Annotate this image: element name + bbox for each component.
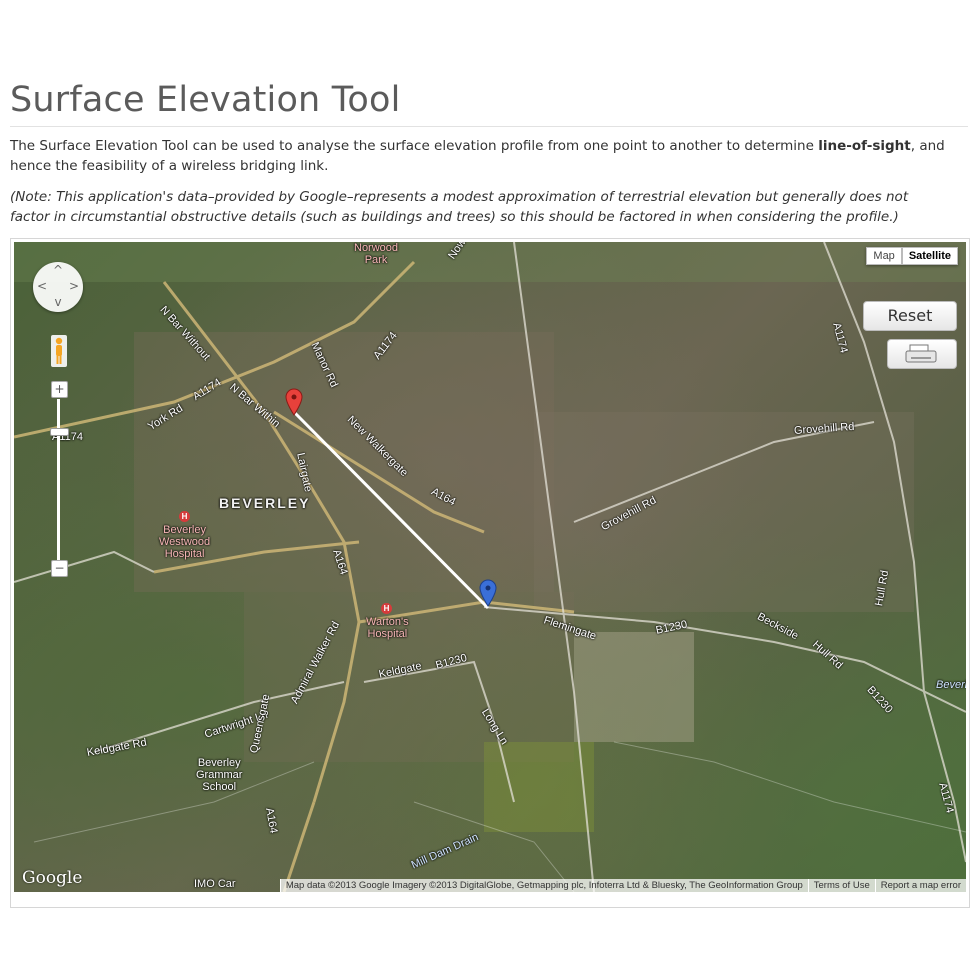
terms-of-use-link[interactable]: Terms of Use — [807, 879, 875, 892]
map-label-imo-car: IMO Car — [194, 878, 236, 890]
title-divider — [10, 126, 968, 127]
road-overlay — [14, 242, 966, 892]
end-point-marker[interactable] — [479, 579, 497, 607]
pan-right-icon[interactable]: > — [68, 280, 80, 292]
map-label-beverley-edge: Beverl — [936, 679, 966, 691]
map-type-satellite-button[interactable]: Satellite — [901, 247, 958, 265]
disclaimer-note: (Note: This application's data–provided … — [10, 189, 909, 225]
map-container: Norwood Park Now N Bar Without York Rd A… — [10, 238, 970, 908]
hospital-icon: H — [179, 511, 190, 522]
map-label-norwood-park: Norwood Park — [354, 242, 399, 266]
printer-icon — [905, 344, 937, 363]
pan-down-icon[interactable]: v — [52, 296, 64, 308]
page-title: Surface Elevation Tool — [10, 80, 401, 120]
zoom-out-button[interactable]: − — [51, 560, 68, 577]
map-label-westwood-hospital: Beverley Westwood Hospital — [159, 524, 211, 560]
pan-control[interactable]: ^ v < > — [33, 262, 83, 312]
attribution-data-text: Map data ©2013 Google Imagery ©2013 Digi… — [279, 879, 808, 892]
reset-button[interactable]: Reset — [863, 301, 957, 331]
map-label-beverley: BEVERLEY — [219, 495, 311, 511]
satellite-map[interactable]: Norwood Park Now N Bar Without York Rd A… — [14, 242, 966, 892]
map-label-wartons-hospital: Warton's Hospital — [366, 616, 409, 640]
map-type-control: Map Satellite — [866, 247, 958, 265]
pan-up-icon[interactable]: ^ — [52, 264, 64, 276]
zoom-in-button[interactable]: + — [51, 381, 68, 398]
intro-text-before: The Surface Elevation Tool can be used t… — [10, 138, 819, 154]
report-map-error-link[interactable]: Report a map error — [874, 879, 966, 892]
print-button[interactable] — [887, 339, 957, 369]
intro-paragraph: The Surface Elevation Tool can be used t… — [10, 136, 972, 176]
map-label-grammar-school: Beverley Grammar School — [196, 757, 243, 793]
start-point-marker[interactable] — [285, 388, 303, 416]
google-logo: Google — [22, 868, 83, 888]
map-type-map-button[interactable]: Map — [866, 247, 902, 265]
zoom-slider-thumb[interactable] — [50, 428, 69, 436]
map-attribution: Map data ©2013 Google Imagery ©2013 Digi… — [279, 879, 966, 892]
hospital-icon: H — [381, 603, 392, 614]
street-view-pegman-icon[interactable] — [51, 335, 67, 367]
zoom-slider-track[interactable] — [57, 399, 60, 564]
pan-left-icon[interactable]: < — [36, 280, 48, 292]
intro-text-bold: line-of-sight — [818, 138, 911, 154]
